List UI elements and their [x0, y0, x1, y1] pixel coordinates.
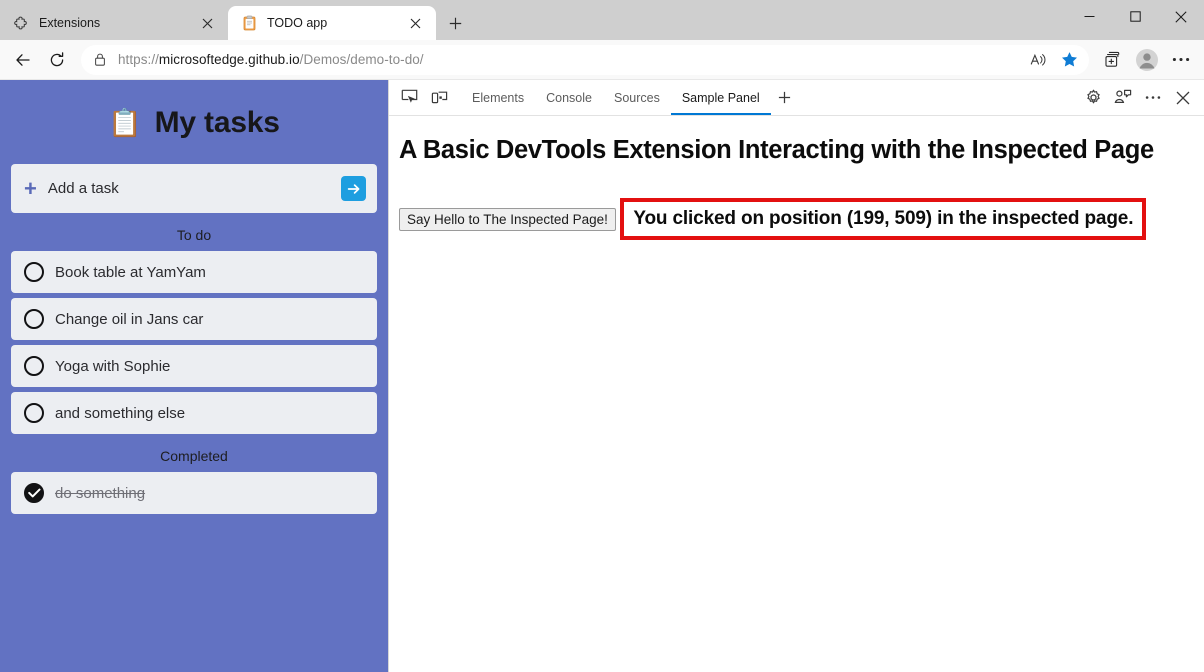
section-heading-completed: Completed — [160, 448, 228, 464]
back-arrow-icon[interactable] — [7, 44, 39, 76]
task-label: Change oil in Jans car — [55, 310, 204, 328]
browser-window: Extensions TODO app https://microsoftedg… — [0, 0, 1204, 672]
tab-label: Console — [546, 90, 592, 105]
devtools-panel: Elements Console Sources Sample Panel A … — [388, 80, 1204, 672]
tab-label: Elements — [472, 90, 525, 105]
page-title: 📋 My tasks — [11, 80, 377, 164]
reload-icon[interactable] — [41, 44, 73, 76]
devtools-toolbar-actions — [1078, 80, 1204, 115]
content-area: 📋 My tasks + Add a task To do Book table… — [0, 80, 1204, 672]
task-checkbox-icon[interactable] — [24, 403, 44, 423]
url-text: https://microsoftedge.github.io/Demos/de… — [118, 52, 1015, 67]
toolbar-divider — [454, 80, 461, 115]
settings-more-icon[interactable] — [1165, 44, 1197, 76]
omnibox-actions — [1025, 46, 1083, 74]
window-controls — [1066, 0, 1204, 40]
devtools-tab-sample-panel[interactable]: Sample Panel — [670, 80, 771, 115]
tab-title: Extensions — [39, 16, 101, 30]
new-tab-button[interactable] — [440, 8, 470, 38]
inspected-page-todo-app: 📋 My tasks + Add a task To do Book table… — [0, 80, 388, 672]
clipboard-icon: 📋 — [108, 107, 142, 138]
more-options-icon[interactable] — [1138, 80, 1168, 115]
task-checkbox-icon[interactable] — [24, 309, 44, 329]
minimize-button[interactable] — [1066, 0, 1112, 33]
say-hello-button[interactable]: Say Hello to The Inspected Page! — [399, 208, 616, 231]
add-task-input[interactable]: Add a task — [48, 180, 330, 197]
add-task-card: + Add a task — [11, 164, 377, 213]
tab-strip: Extensions TODO app — [0, 0, 1204, 40]
padlock-icon — [93, 52, 108, 67]
task-item[interactable]: and something else — [11, 392, 377, 434]
feedback-icon[interactable] — [1108, 80, 1138, 115]
settings-gear-icon[interactable] — [1078, 80, 1108, 115]
add-task-submit-button[interactable] — [341, 176, 366, 201]
browser-toolbar: https://microsoftedge.github.io/Demos/de… — [0, 40, 1204, 80]
devtools-tab-sources[interactable]: Sources — [603, 80, 671, 115]
devtools-tab-console[interactable]: Console — [535, 80, 603, 115]
maximize-button[interactable] — [1112, 0, 1158, 33]
close-tab-icon[interactable] — [404, 12, 426, 34]
inspect-element-icon[interactable] — [394, 80, 424, 115]
task-item-completed[interactable]: do something — [11, 472, 377, 514]
task-label: Yoga with Sophie — [55, 357, 171, 375]
url-host: microsoftedge.github.io — [158, 52, 300, 67]
panel-heading: A Basic DevTools Extension Interacting w… — [399, 136, 1154, 164]
close-window-button[interactable] — [1158, 0, 1204, 33]
click-position-message-box: You clicked on position (199, 509) in th… — [620, 198, 1147, 240]
browser-tab-todo-app[interactable]: TODO app — [228, 6, 436, 40]
task-item[interactable]: Yoga with Sophie — [11, 345, 377, 387]
devtools-tab-elements[interactable]: Elements — [461, 80, 535, 115]
section-heading-todo: To do — [176, 227, 212, 243]
read-aloud-icon[interactable] — [1025, 46, 1053, 74]
sample-panel-content: A Basic DevTools Extension Interacting w… — [389, 116, 1204, 672]
add-panel-button[interactable] — [771, 80, 799, 115]
task-item[interactable]: Book table at YamYam — [11, 251, 377, 293]
tab-title: TODO app — [267, 16, 328, 30]
task-checkbox-icon[interactable] — [24, 356, 44, 376]
task-label: do something — [55, 484, 146, 502]
address-bar[interactable]: https://microsoftedge.github.io/Demos/de… — [81, 44, 1089, 75]
tab-label: Sources — [613, 90, 660, 105]
browser-tab-extensions[interactable]: Extensions — [0, 6, 228, 40]
url-path: /Demos/demo-to-do/ — [299, 52, 424, 67]
puzzle-piece-icon — [14, 15, 30, 31]
task-label: Book table at YamYam — [55, 263, 206, 281]
task-label: and something else — [55, 404, 186, 422]
click-position-message: You clicked on position (199, 509) in th… — [633, 208, 1134, 229]
task-item[interactable]: Change oil in Jans car — [11, 298, 377, 340]
collections-icon[interactable] — [1097, 44, 1129, 76]
plus-icon: + — [24, 175, 37, 201]
favorite-star-icon[interactable] — [1055, 46, 1083, 74]
close-tab-icon[interactable] — [196, 12, 218, 34]
clipboard-icon — [242, 15, 258, 31]
url-scheme: https:// — [118, 52, 159, 67]
close-devtools-icon[interactable] — [1168, 80, 1198, 115]
task-checked-icon[interactable] — [24, 483, 44, 503]
tab-label: Sample Panel — [681, 90, 760, 105]
profile-avatar-icon[interactable] — [1131, 44, 1163, 76]
devtools-toolbar: Elements Console Sources Sample Panel — [389, 80, 1204, 116]
page-title-text: My tasks — [154, 106, 280, 139]
add-task-row[interactable]: + Add a task — [11, 164, 377, 213]
task-checkbox-icon[interactable] — [24, 262, 44, 282]
device-toolbar-icon[interactable] — [424, 80, 454, 115]
